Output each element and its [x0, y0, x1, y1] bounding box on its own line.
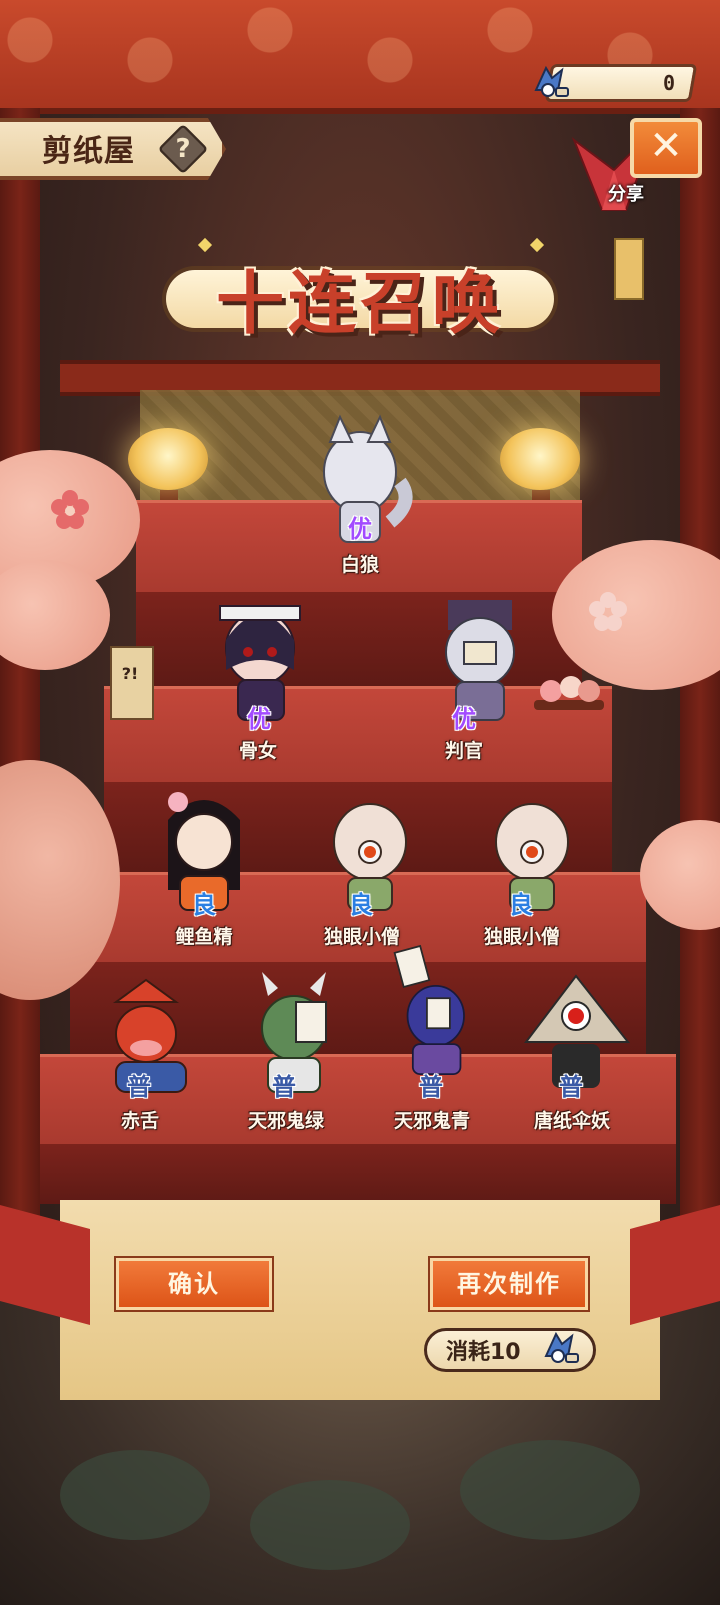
cost-label: 消耗10 — [446, 1340, 521, 1365]
foliage — [60, 1450, 210, 1540]
dango-icon — [578, 680, 600, 702]
sakura-icon — [589, 592, 627, 631]
stair-riser-4 — [40, 1144, 676, 1204]
dango-icon — [540, 680, 562, 702]
shikigami-name: 赤舌 — [120, 1110, 159, 1132]
rarity-badge: 优 — [452, 705, 476, 733]
rarity-badge: 普 — [127, 1073, 151, 1101]
foliage — [460, 1440, 640, 1540]
left-pillar — [0, 108, 40, 1258]
summon-scene: 0 剪纸屋 ? ✕ 分享 十连召唤 ?! 优 白狼 优 骨女 优 判官 良 鲤鱼… — [0, 0, 720, 1605]
remake-button[interactable]: 再次制作 — [428, 1256, 590, 1312]
sakura-icon — [51, 490, 89, 529]
blossom-cloud — [640, 820, 720, 930]
rarity-badge: 优 — [348, 515, 372, 543]
lantern-left — [128, 428, 208, 490]
shikigami-name: 鲤鱼精 — [175, 926, 233, 948]
shikigami-name: 骨女 — [238, 740, 277, 762]
rarity-badge: 良 — [192, 891, 216, 919]
rarity-badge: 良 — [509, 891, 533, 919]
rarity-badge: 普 — [272, 1073, 296, 1101]
paper-fox-ticket-icon — [544, 1331, 579, 1363]
paper-fox-ticket-icon — [534, 65, 569, 97]
shikigami-name: 天邪鬼青 — [393, 1110, 470, 1132]
rarity-badge: 良 — [349, 891, 373, 919]
close-icon[interactable]: ✕ — [630, 118, 702, 178]
dango-plate — [534, 700, 604, 710]
confirm-button[interactable]: 确认 — [114, 1256, 274, 1312]
sign-text: ?! — [121, 664, 139, 683]
rarity-badge: 优 — [247, 705, 271, 733]
rarity-badge: 普 — [559, 1073, 583, 1101]
share-button[interactable]: 分享 — [596, 180, 656, 206]
summon-title: 十连召唤 — [215, 265, 504, 344]
rarity-badge: 普 — [419, 1073, 443, 1101]
wooden-sign — [110, 646, 154, 720]
help-icon[interactable]: ? — [160, 126, 206, 172]
shikigami-name: 天邪鬼绿 — [247, 1110, 324, 1132]
currency-value: 0 — [662, 71, 675, 95]
foliage — [250, 1480, 410, 1570]
shikigami-figure — [393, 944, 465, 1075]
lantern-right — [500, 428, 580, 490]
shikigami-name: 唐纸伞妖 — [533, 1110, 610, 1132]
shikigami-name: 判官 — [444, 740, 483, 762]
shikigami-name: 白狼 — [340, 554, 379, 576]
shop-title: 剪纸屋 — [42, 134, 135, 169]
hanging-tag — [614, 238, 644, 300]
